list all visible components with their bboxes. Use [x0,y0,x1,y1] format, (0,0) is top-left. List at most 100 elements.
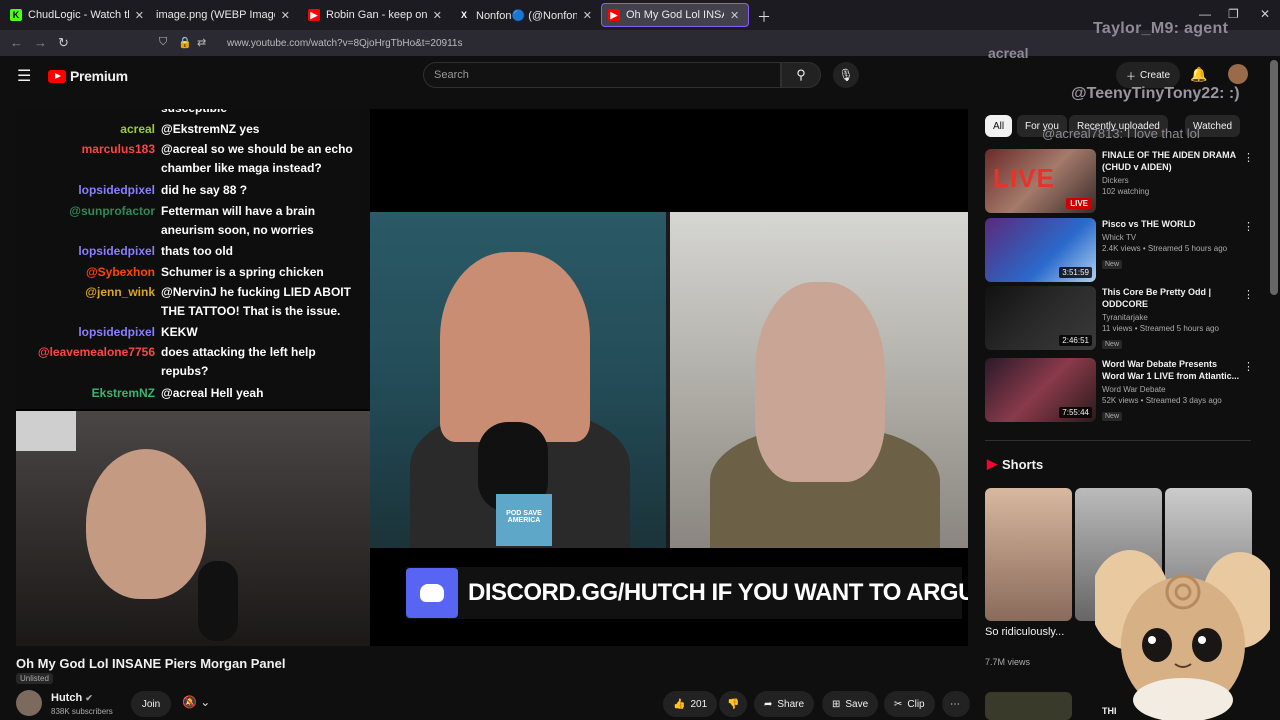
video-thumbnail[interactable]: 7:55:44 [985,358,1096,422]
chat-username[interactable]: EkstremNZ [92,384,155,403]
more-options-icon[interactable]: ⋮ [1243,220,1254,233]
tab-chudlogic[interactable]: K ChudLogic - Watch the VOD on ✕ [4,3,150,27]
account-avatar[interactable] [1228,64,1248,84]
banner-text: DISCORD.GG/HUTCH IF YOU WANT TO ARGUE [468,579,968,606]
close-icon[interactable]: ✕ [730,9,739,22]
reload-icon[interactable]: ↻ [58,35,69,51]
chat-username[interactable]: @sunprofactor [69,202,155,221]
chat-username[interactable]: lopsidedpixel [78,181,155,200]
tab-image[interactable]: image.png (WEBP Image, 566 × 77 ✕ [150,3,296,27]
dislike-button[interactable]: 👎 [719,691,747,717]
scissors-icon: ✂ [894,698,903,710]
close-icon[interactable]: ✕ [135,9,144,22]
related-video[interactable]: 2:46:51 This Core Be Pretty Odd | ODDCOR… [985,286,1254,350]
related-video[interactable]: LIVE LIVE FINALE OF THE AIDEN DRAMA (CHU… [985,149,1254,213]
streamer-figure [86,449,206,599]
notifications-icon[interactable]: 🔔 [1190,66,1207,83]
left-panelist-feed: POD SAVE AMERICA [370,212,666,548]
voice-search-button[interactable]: 🎙 [833,62,859,88]
thumbnail-live-art: LIVE [993,163,1055,193]
channel-name[interactable]: Tyranitarjake [1102,313,1242,322]
share-label: Share [777,698,805,710]
back-icon[interactable]: ← [10,35,23,50]
video-thumbnail[interactable]: LIVE LIVE [985,149,1096,213]
video-title[interactable]: This Core Be Pretty Odd | ODDCORE [1102,286,1242,310]
new-badge: New [1102,412,1123,421]
related-video[interactable]: 7:55:44 Word War Debate Presents Word Wa… [985,358,1254,422]
chat-username[interactable]: acreal [120,120,155,139]
join-button[interactable]: Join [131,691,171,717]
verified-icon: ✔ [85,693,93,703]
url-text[interactable]: www.youtube.com/watch?v=8QjoHrgTbHo&t=20… [227,38,463,49]
new-badge: New [1102,260,1123,269]
overlay-chat-line: @TeenyTinyTony22: :) [1071,85,1240,102]
chat-username[interactable]: @leavemealone7756 [38,343,155,362]
chat-username[interactable]: marculus183 [82,140,155,159]
tab-nonfon[interactable]: X Nonfon🔵 (@Nonfon420) / X ✕ [452,3,598,27]
minimize-icon[interactable]: — [1199,7,1211,21]
news-panel-video: POD SAVE AMERICA [370,212,968,548]
video-meta: 11 views • Streamed 5 hours ago [1102,324,1219,333]
tab-label: image.png (WEBP Image, 566 × 77 [156,9,275,21]
video-title[interactable]: Pisco vs THE WORLD [1102,218,1242,230]
related-video[interactable]: 3:51:59 Pisco vs THE WORLD Whick TV 2.4K… [985,218,1254,282]
more-actions-button[interactable]: ⋯ [942,691,970,717]
short-title[interactable]: So ridiculously... [985,626,1065,639]
streamer-mic [198,561,238,641]
new-tab-icon[interactable]: ＋ [757,7,771,27]
permissions-icon[interactable]: ⇄ [197,36,206,49]
window-close-icon[interactable]: ✕ [1260,7,1270,21]
channel-name[interactable]: Word War Debate [1102,385,1242,394]
forward-icon[interactable]: → [34,35,47,50]
page-scrollbar[interactable] [1270,60,1278,295]
chat-username[interactable]: lopsidedpixel [78,242,155,261]
tab-active-video[interactable]: ▶ Oh My God Lol INSANE Pie ✕ [601,3,749,27]
video-title[interactable]: FINALE OF THE AIDEN DRAMA (CHUD v AIDEN) [1102,149,1242,173]
tab-label: Nonfon🔵 (@Nonfon420) / X [476,9,577,22]
search-button[interactable]: ⚲ [781,62,821,88]
clip-button[interactable]: ✂ Clip [884,691,935,717]
channel-name-text: Hutch [51,692,83,704]
channel-name[interactable]: Whick TV [1102,233,1242,242]
search-input[interactable]: Search [423,62,781,88]
chip-all[interactable]: All [985,115,1013,137]
more-options-icon[interactable]: ⋮ [1243,288,1254,301]
video-thumbnail[interactable]: 3:51:59 [985,218,1096,282]
channel-avatar[interactable] [16,690,42,716]
thumbs-up-icon: 👍 [673,698,686,710]
tab-label: Oh My God Lol INSANE Pie [626,9,724,21]
chat-message: @sunprofactor Fetterman will have a brain… [16,202,370,242]
menu-icon[interactable]: ☰ [17,66,31,86]
chat-text: KEKW [161,325,198,339]
channel-name[interactable]: Hutch ✔ [51,692,93,704]
chat-text: @acreal Hell yeah [161,386,264,400]
chat-message: @jenn_wink @NervinJ he fucking LIED ABOIT… [16,283,370,323]
video-player[interactable]: susceptible acreal @EkstremNZ yes marculus1… [16,109,968,646]
restore-icon[interactable]: ❐ [1228,7,1239,21]
tab-robin-gan[interactable]: ▶ Robin Gan - keep on reping - Yo ✕ [302,3,448,27]
chat-message: EkstremNZ @acreal Hell yeah [16,384,370,404]
chat-message: lopsidedpixel did he say 88 ? [16,181,370,201]
video-meta: 52K views • Streamed 3 days ago [1102,396,1222,405]
discord-banner: DISCORD.GG/HUTCH IF YOU WANT TO ARGUE [406,567,968,619]
shield-icon[interactable]: ⛉ [159,36,167,49]
lock-icon[interactable]: 🔒 [178,36,192,49]
like-button[interactable]: 👍 201 [663,691,717,717]
more-options-icon[interactable]: ⋮ [1243,360,1254,373]
close-icon[interactable]: ✕ [583,9,592,22]
more-options-icon[interactable]: ⋮ [1243,151,1254,164]
chat-username[interactable]: lopsidedpixel [78,323,155,342]
close-icon[interactable]: ✕ [281,9,290,22]
save-button[interactable]: ⊞ Save [822,691,879,717]
share-button[interactable]: ➦ Share [754,691,815,717]
short-thumbnail[interactable] [985,488,1072,621]
short-thumbnail[interactable] [985,692,1072,720]
video-title[interactable]: Word War Debate Presents Word War 1 LIVE… [1102,358,1242,382]
close-icon[interactable]: ✕ [433,9,442,22]
channel-name[interactable]: Dickers [1102,176,1242,185]
video-thumbnail[interactable]: 2:46:51 [985,286,1096,350]
chat-username[interactable]: @jenn_wink [85,283,155,302]
subscribed-bell-icon[interactable]: 🔕 ⌄ [182,695,210,709]
youtube-logo[interactable]: Premium [48,68,128,84]
chat-username[interactable]: @Sybexhon [86,263,155,282]
